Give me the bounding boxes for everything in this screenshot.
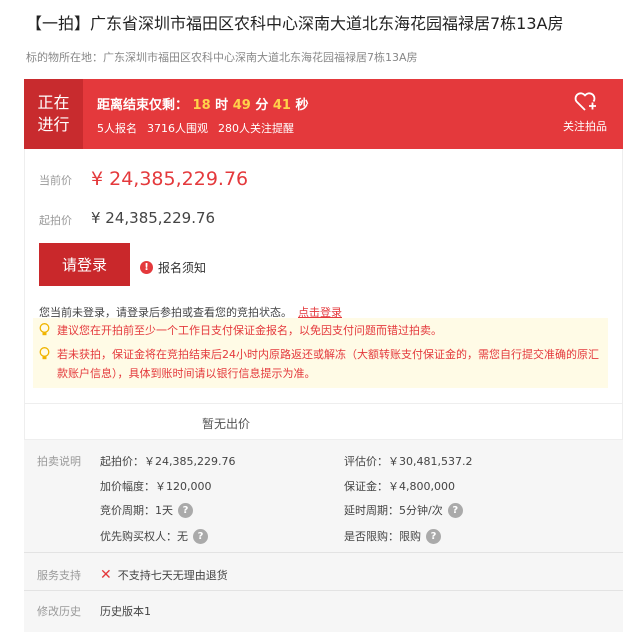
tip-item: 若未获拍，保证金将在竞拍结束后24小时内原路返还或解冻（大额转账支付保证金的，需…: [39, 345, 603, 383]
countdown-minutes-unit: 分: [255, 98, 269, 113]
question-icon[interactable]: ?: [447, 502, 463, 518]
current-price-label: 当前价: [39, 174, 72, 187]
countdown-timer: 距离结束仅剩： 18 时 49 分 41 秒: [97, 94, 309, 113]
question-icon[interactable]: ?: [426, 528, 441, 544]
follower-count: 280人关注提醒: [218, 122, 294, 135]
bid-record-bar: 暂无出价: [24, 404, 623, 440]
auction-status-banner: 正在 进行 距离结束仅剩： 18 时 49 分 41 秒 5人报名 3716人围观…: [24, 79, 623, 149]
countdown-hours: 18: [192, 98, 211, 113]
countdown-seconds: 41: [272, 98, 291, 113]
status-line-1: 正在: [37, 93, 70, 112]
lightbulb-icon: [39, 323, 50, 336]
history-version-text: 历史版本1: [100, 605, 151, 618]
detail-delay: 延时周期：5分钟/次?: [344, 502, 463, 518]
detail-start-price: 起拍价：￥24,385,229.76: [100, 453, 235, 469]
login-button[interactable]: 请登录: [39, 243, 130, 286]
divider: [24, 552, 623, 553]
view-count: 3716人围观: [147, 122, 208, 135]
location-value: 广东深圳市福田区农科中心深南大道北东海花园福禄居7栋13A房: [103, 51, 418, 64]
signup-count: 5人报名: [97, 122, 137, 135]
detail-appraisal-text: 评估价：￥30,481,537.2: [344, 455, 473, 468]
countdown-label: 距离结束仅剩：: [97, 98, 189, 113]
tip-text: 若未获拍，保证金将在竞拍结束后24小时内原路返还或解冻（大额转账支付保证金的，需…: [57, 348, 599, 380]
signup-notice-label: 报名须知: [158, 261, 207, 275]
divider: [24, 590, 623, 591]
tips-box: 建议您在开拍前至少一个工作日支付保证金报名，以免因支付问题而错过拍卖。 若未获拍…: [33, 318, 608, 388]
detail-purchase-limit: 是否限购：限购?: [344, 528, 441, 544]
heart-plus-icon: [574, 92, 596, 111]
detail-cycle-text: 竞价周期：1天: [100, 504, 173, 517]
follow-label: 关注拍品: [563, 120, 607, 133]
detail-cycle: 竞价周期：1天?: [100, 502, 193, 518]
current-price: ¥ 24,385,229.76: [91, 168, 249, 190]
countdown-seconds-unit: 秒: [295, 98, 309, 113]
detail-priority: 优先购买权人：无?: [100, 528, 208, 544]
exclamation-icon: !: [140, 261, 153, 274]
close-icon: ✕: [100, 567, 112, 583]
question-icon[interactable]: ?: [193, 528, 208, 544]
detail-purchase-limit-text: 是否限购：限购: [344, 530, 421, 543]
auction-stats: 5人报名 3716人围观 280人关注提醒: [97, 120, 304, 136]
auction-notes-label: 拍卖说明: [37, 455, 81, 468]
tip-text: 建议您在开拍前至少一个工作日支付保证金报名，以免因支付问题而错过拍卖。: [57, 324, 442, 337]
location-label: 标的物所在地：: [26, 51, 103, 64]
countdown-hours-unit: 时: [215, 98, 229, 113]
detail-priority-text: 优先购买权人：无: [100, 530, 188, 543]
countdown-minutes: 49: [232, 98, 251, 113]
history-label: 修改历史: [37, 605, 81, 618]
question-icon[interactable]: ?: [178, 502, 193, 518]
history-version-link[interactable]: 历史版本1: [100, 603, 151, 619]
service-support-text: 不支持七天无理由退货: [117, 569, 228, 582]
start-price-label: 起拍价: [39, 214, 72, 227]
detail-appraisal: 评估价：￥30,481,537.2: [344, 453, 472, 469]
service-label: 服务支持: [37, 569, 81, 582]
detail-deposit-text: 保证金：￥4,800,000: [344, 480, 455, 493]
signup-notice-link[interactable]: ! 报名须知: [140, 259, 206, 276]
page-title: 【一拍】广东省深圳市福田区农科中心深南大道北东海花园福禄居7栋13A房: [26, 14, 564, 33]
no-bid-text: 暂无出价: [202, 417, 251, 431]
start-price: ¥ 24,385,229.76: [91, 209, 216, 227]
detail-increment-text: 加价幅度：￥120,000: [100, 480, 212, 493]
auction-details: 拍卖说明 起拍价：￥24,385,229.76 评估价：￥30,481,537.…: [24, 440, 623, 632]
bid-panel: 当前价 ¥ 24,385,229.76 起拍价 ¥ 24,385,229.76 …: [24, 149, 623, 404]
detail-delay-text: 延时周期：5分钟/次: [344, 504, 443, 517]
tip-item: 建议您在开拍前至少一个工作日支付保证金报名，以免因支付问题而错过拍卖。: [39, 321, 599, 340]
lightbulb-icon: [39, 347, 50, 360]
detail-increment: 加价幅度：￥120,000: [100, 478, 212, 494]
status-line-2: 进行: [37, 115, 70, 134]
service-support: ✕ 不支持七天无理由退货: [100, 567, 228, 583]
item-location: 标的物所在地：广东深圳市福田区农科中心深南大道北东海花园福禄居7栋13A房: [26, 49, 418, 65]
status-badge: 正在 进行: [24, 79, 83, 149]
detail-start-price-text: 起拍价：￥24,385,229.76: [100, 455, 236, 468]
detail-deposit: 保证金：￥4,800,000: [344, 478, 455, 494]
follow-item-button[interactable]: 关注拍品: [555, 91, 615, 134]
